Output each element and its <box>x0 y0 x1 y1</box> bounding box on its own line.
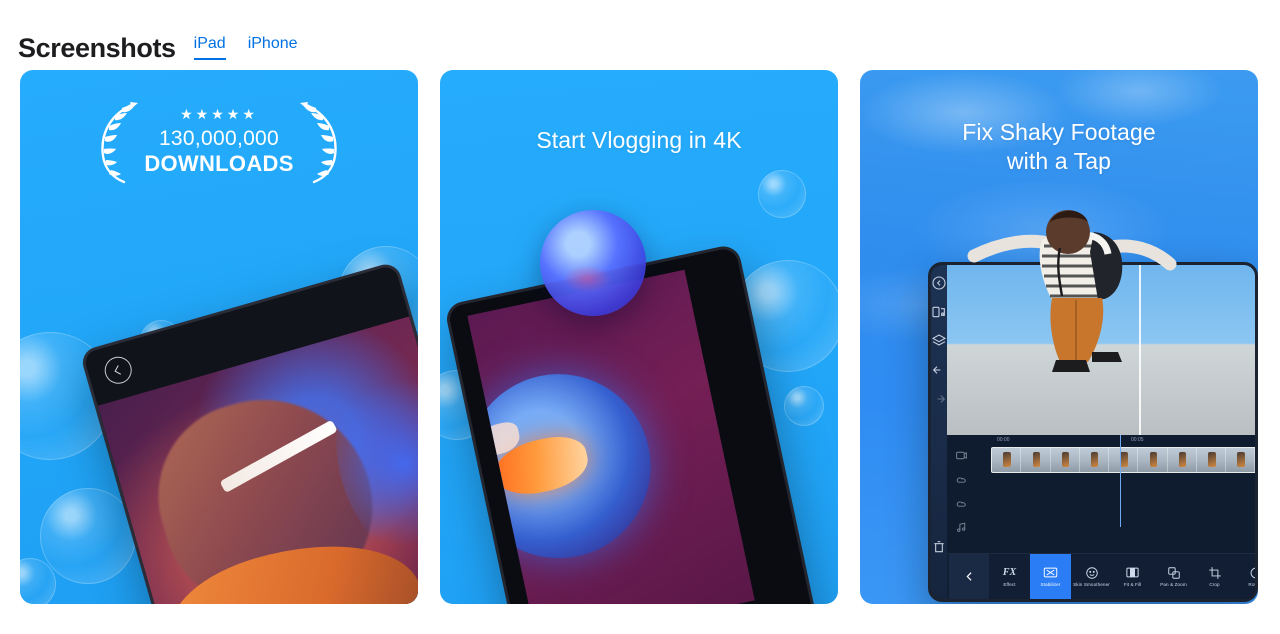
toolbar-item-pan-and-zoom[interactable]: Pan & Zoom <box>1153 554 1194 600</box>
filmstrip-frame <box>1109 448 1139 472</box>
toolbar-item-stabilizer[interactable]: Stabilizer <box>1030 553 1071 599</box>
toolbar-label: Pan & Zoom <box>1160 582 1187 588</box>
editor-toolbar: FX Effect Stabilizer Skin Smoothener Fit… <box>947 553 1256 600</box>
screenshots-gallery: ★★★★★ 130,000,000 DOWNLOADS Start Vloggi… <box>0 62 1280 604</box>
downloads-text-block: ★★★★★ 130,000,000 DOWNLOADS <box>144 107 293 176</box>
chevron-left-icon <box>965 572 972 581</box>
screenshot-card-vlogging[interactable]: Start Vlogging in 4K 00:05/00:05 <box>440 70 838 604</box>
toolbar-label: Fit & Fill <box>1123 582 1142 588</box>
audio-track-icon[interactable] <box>955 521 968 534</box>
headline-line-2: with a Tap <box>1006 148 1112 175</box>
editor-main: 00:00 00:05 FX Effect Stabilizer Skin Sm… <box>947 265 1258 600</box>
bubble-decoration <box>20 558 56 604</box>
media-library-icon[interactable] <box>931 304 947 320</box>
chevron-left-icon <box>114 365 124 375</box>
filmstrip-frame <box>1255 448 1258 472</box>
video-clip-filmstrip[interactable] <box>991 447 1258 473</box>
fit-fill-icon <box>1125 565 1140 580</box>
smiley-icon <box>1085 565 1099 580</box>
toolbar-item-effect[interactable]: FX Effect <box>989 554 1030 600</box>
toolbar-label: Crop <box>1209 582 1220 588</box>
headline-vlogging: Start Vlogging in 4K <box>536 127 742 153</box>
page-title: Screenshots <box>18 33 176 63</box>
video-preview <box>947 265 1255 435</box>
downloads-label: DOWNLOADS <box>144 151 294 177</box>
text-track-icon[interactable] <box>955 497 968 510</box>
video-track-icon[interactable] <box>955 449 968 462</box>
toolbar-item-skin-smoothener[interactable]: Skin Smoothener <box>1071 554 1112 600</box>
tablet-device-mockup <box>79 260 418 604</box>
toolbar-label: Rotate <box>1248 582 1256 588</box>
filmstrip-frame <box>1021 448 1051 472</box>
rotate-icon <box>1249 565 1255 580</box>
bubble-decoration <box>758 170 806 218</box>
filmstrip-frame <box>1196 448 1227 472</box>
screenshot-card-downloads[interactable]: ★★★★★ 130,000,000 DOWNLOADS <box>20 70 418 604</box>
bubble-decoration <box>784 386 824 426</box>
laurel-left-icon <box>101 102 139 184</box>
fx-icon: FX <box>1002 567 1017 579</box>
filmstrip-frame <box>992 448 1022 472</box>
overlay-track-icon[interactable] <box>955 473 968 486</box>
layers-icon[interactable] <box>931 333 947 349</box>
toolbar-back-button[interactable] <box>949 553 989 599</box>
filmstrip-frame <box>1167 448 1197 472</box>
pan-zoom-icon <box>1167 565 1181 580</box>
toolbar-item-fit-and-fill[interactable]: Fit & Fill <box>1112 554 1153 600</box>
timeline-playhead[interactable] <box>1120 435 1122 527</box>
tab-iphone[interactable]: iPhone <box>248 34 298 60</box>
headline-stabilizer: Fix Shaky Footage with a Tap <box>860 118 1258 177</box>
star-rating: ★★★★★ <box>180 106 258 123</box>
foreground-bubble <box>540 210 646 316</box>
screenshot-card-stabilizer[interactable]: Fix Shaky Footage with a Tap 00:00 00:05… <box>860 70 1258 604</box>
timecode-mark: 00:05 <box>1131 437 1144 443</box>
downloads-badge: ★★★★★ 130,000,000 DOWNLOADS <box>20 98 418 186</box>
device-tabs: iPad iPhone <box>193 34 298 62</box>
tab-ipad[interactable]: iPad <box>193 34 226 60</box>
crop-icon <box>1208 565 1222 580</box>
redo-icon[interactable] <box>931 391 947 407</box>
editor-sidebar <box>931 265 947 599</box>
toolbar-label: Effect <box>1003 582 1016 588</box>
back-circle-icon[interactable] <box>931 275 947 291</box>
screenshots-header: Screenshots iPad iPhone <box>0 0 1280 62</box>
laurel-right-icon <box>299 102 337 184</box>
timeline-ruler: 00:00 00:05 <box>991 437 1255 445</box>
filmstrip-frame <box>1079 448 1110 472</box>
trash-icon[interactable] <box>931 539 947 555</box>
stabilizer-icon <box>1043 565 1058 580</box>
filmstrip-frame <box>1138 448 1168 472</box>
undo-icon[interactable] <box>931 362 947 378</box>
filmstrip-frame <box>1050 448 1080 472</box>
before-after-divider[interactable] <box>1139 265 1141 435</box>
toolbar-label: Skin Smoothener <box>1073 582 1110 588</box>
tablet-device-mockup: 00:00 00:05 FX Effect Stabilizer Skin Sm… <box>928 262 1258 602</box>
back-button[interactable] <box>101 353 135 387</box>
video-preview <box>467 269 755 604</box>
downloads-count: 130,000,000 <box>158 127 280 151</box>
headline-line-1: Fix Shaky Footage <box>962 119 1156 145</box>
filmstrip-frame <box>1226 448 1255 472</box>
timeline-panel[interactable]: 00:00 00:05 <box>947 435 1258 553</box>
toolbar-item-crop[interactable]: Crop <box>1194 554 1235 600</box>
toolbar-item-rotate[interactable]: Rotate <box>1235 554 1256 600</box>
timecode-start: 00:00 <box>997 437 1010 443</box>
toolbar-label: Stabilizer <box>1040 582 1061 588</box>
track-type-icons <box>955 449 968 534</box>
glowing-bubble <box>467 357 668 576</box>
